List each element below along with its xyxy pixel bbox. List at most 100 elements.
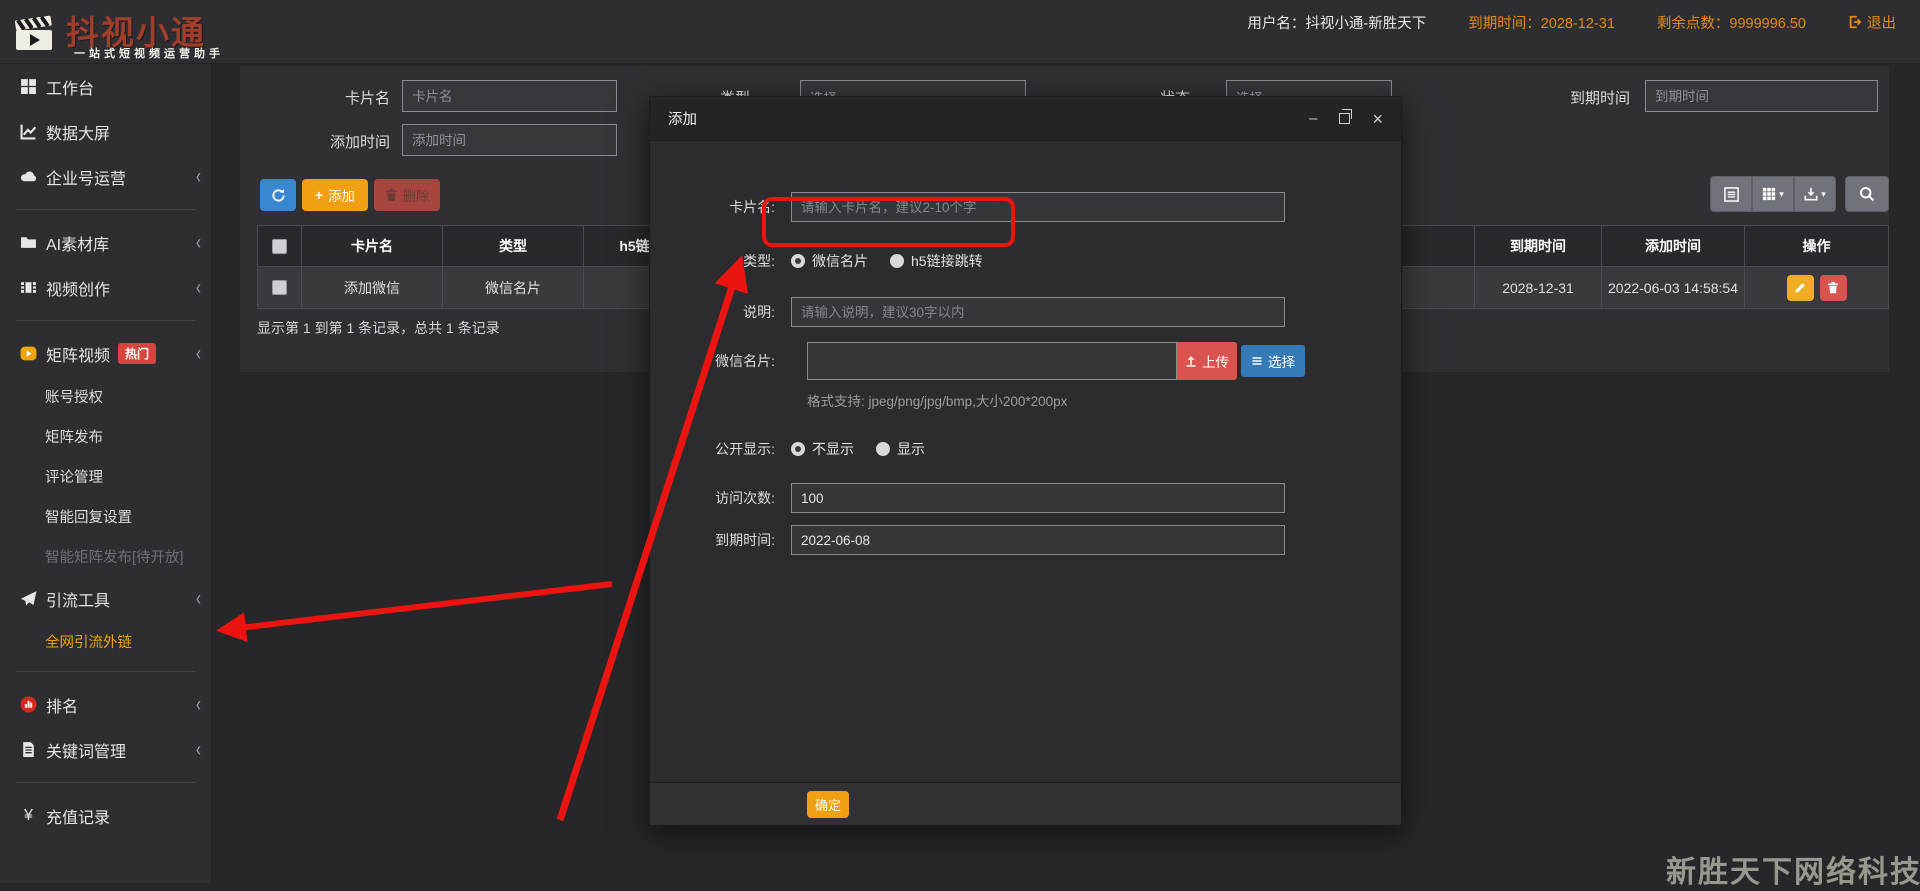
- pencil-icon: [1794, 281, 1807, 294]
- top-header: 抖视小通 一站式短视频运营助手 用户名：抖视小通-新胜天下 到期时间：2028-…: [0, 0, 1920, 64]
- upload-icon: [1185, 355, 1197, 367]
- detail-view-icon: [1724, 187, 1739, 202]
- sidebar-item-workbench[interactable]: 工作台: [0, 64, 211, 109]
- search-button[interactable]: [1845, 176, 1889, 212]
- col-added: 添加时间: [1602, 226, 1745, 267]
- annotation-arrow-to-sidebar: [222, 584, 612, 630]
- refresh-icon: [271, 188, 286, 203]
- sidebar-item-keyword-mgmt[interactable]: 关键词管理 ‹: [0, 727, 211, 772]
- close-button[interactable]: ×: [1372, 110, 1383, 128]
- chevron-left-icon: ‹: [196, 587, 201, 611]
- delete-row-button[interactable]: [1820, 275, 1847, 301]
- cell-card-name: 添加微信: [302, 267, 443, 309]
- edit-row-button[interactable]: [1787, 275, 1814, 301]
- columns-grid-icon: [1762, 187, 1776, 201]
- upload-button[interactable]: 上传: [1177, 342, 1237, 380]
- film-icon: [20, 279, 37, 296]
- filter-expire-input[interactable]: [1645, 80, 1878, 112]
- play-icon: [20, 345, 37, 362]
- public-display-label: 公开显示:: [650, 439, 791, 459]
- sidebar-item-account-auth[interactable]: 账号授权: [0, 376, 211, 416]
- sidebar-item-external-links-active[interactable]: 全网引流外链: [0, 621, 211, 661]
- pagination-info: 显示第 1 到第 1 条记录，总共 1 条记录: [257, 318, 500, 338]
- col-card-name: 卡片名: [302, 226, 443, 267]
- type-label: 类型:: [650, 251, 791, 271]
- select-all-checkbox[interactable]: [272, 239, 287, 254]
- logout-button[interactable]: 退出: [1848, 12, 1896, 33]
- sidebar: 工作台 数据大屏 企业号运营 ‹ AI素材库 ‹ 视频创作 ‹ 矩阵视频 热门 …: [0, 64, 212, 883]
- visits-label: 访问次数:: [650, 488, 791, 508]
- col-expire: 到期时间: [1475, 226, 1602, 267]
- cell-type: 微信名片: [443, 267, 584, 309]
- add-dialog: 添加 – × 卡片名: 类型: 微信名片 h5链接跳转 说明: 微信名片: 上传: [649, 96, 1402, 826]
- wechat-card-input[interactable]: [807, 342, 1177, 380]
- radio-wechat-card[interactable]: 微信名片: [791, 251, 868, 271]
- radio-hide[interactable]: 不显示: [791, 439, 854, 459]
- cloud-icon: [20, 168, 37, 185]
- plus-icon: +: [315, 188, 323, 203]
- sidebar-item-data-screen[interactable]: 数据大屏: [0, 109, 211, 154]
- sidebar-item-ai-library[interactable]: AI素材库 ‹: [0, 220, 211, 265]
- chevron-left-icon: ‹: [196, 342, 201, 366]
- rank-chart-icon: [20, 696, 37, 713]
- visits-input[interactable]: [791, 483, 1285, 513]
- expire-date-text: 到期时间：2028-12-31: [1468, 12, 1615, 33]
- sidebar-item-video-create[interactable]: 视频创作 ‹: [0, 265, 211, 310]
- add-button[interactable]: +添加: [302, 179, 368, 211]
- clapperboard-icon: [10, 8, 58, 56]
- cell-expire: 2028-12-31: [1475, 267, 1602, 309]
- columns-button[interactable]: ▾: [1752, 176, 1794, 212]
- sidebar-item-matrix-publish[interactable]: 矩阵发布: [0, 416, 211, 456]
- cell-added: 2022-06-03 14:58:54: [1602, 267, 1745, 309]
- radio-show[interactable]: 显示: [876, 439, 925, 459]
- dialog-titlebar[interactable]: 添加 – ×: [650, 97, 1401, 141]
- username-text: 用户名：抖视小通-新胜天下: [1247, 12, 1426, 33]
- sidebar-item-matrix-video[interactable]: 矩阵视频 热门 ‹: [0, 331, 211, 376]
- divider: [16, 320, 195, 321]
- sidebar-item-traffic-tools[interactable]: 引流工具 ‹: [0, 576, 211, 621]
- filter-add-time-input[interactable]: [402, 124, 617, 156]
- radio-h5-link[interactable]: h5链接跳转: [890, 251, 983, 271]
- restore-button[interactable]: [1339, 113, 1350, 124]
- trash-icon: [1827, 281, 1839, 294]
- choose-button[interactable]: 选择: [1241, 345, 1305, 377]
- card-name-input[interactable]: [791, 192, 1285, 222]
- sidebar-item-smart-reply[interactable]: 智能回复设置: [0, 496, 211, 536]
- card-name-label: 卡片名:: [650, 197, 791, 217]
- filter-card-name-label: 卡片名: [282, 87, 390, 108]
- list-icon: [1251, 355, 1263, 367]
- minimize-button[interactable]: –: [1309, 111, 1317, 126]
- divider: [16, 671, 195, 672]
- chevron-left-icon: ‹: [196, 276, 201, 300]
- hot-badge: 热门: [118, 343, 156, 364]
- expire-date-label: 到期时间:: [650, 530, 791, 550]
- detail-view-button[interactable]: [1710, 176, 1752, 212]
- chevron-left-icon: ‹: [196, 231, 201, 255]
- trash-icon: [385, 188, 398, 202]
- col-actions: 操作: [1745, 226, 1889, 267]
- chevron-left-icon: ‹: [196, 165, 201, 189]
- sidebar-item-recharge[interactable]: ¥ 充值记录: [0, 793, 211, 838]
- sidebar-item-comment-mgmt[interactable]: 评论管理: [0, 456, 211, 496]
- yen-icon: ¥: [20, 807, 37, 824]
- delete-button[interactable]: 删除: [374, 179, 440, 211]
- app-subtitle: 一站式短视频运营助手: [74, 45, 224, 61]
- confirm-button[interactable]: 确定: [807, 791, 849, 818]
- line-chart-icon: [20, 123, 37, 140]
- sidebar-item-ranking[interactable]: 排名 ‹: [0, 682, 211, 727]
- points-text: 剩余点数：9999996.50: [1657, 12, 1806, 33]
- dialog-title: 添加: [668, 108, 697, 129]
- logout-icon: [1848, 15, 1862, 29]
- filter-expire-label: 到期时间: [1540, 87, 1630, 108]
- wechat-card-label: 微信名片:: [650, 351, 791, 371]
- caret-down-icon: ▾: [1821, 189, 1826, 200]
- export-button[interactable]: ▾: [1794, 176, 1836, 212]
- filter-card-name-input[interactable]: [402, 80, 617, 112]
- filter-add-time-label: 添加时间: [282, 131, 390, 152]
- expire-date-input[interactable]: [791, 525, 1285, 555]
- refresh-button[interactable]: [260, 179, 296, 211]
- divider: [16, 209, 195, 210]
- row-checkbox[interactable]: [272, 280, 287, 295]
- sidebar-item-enterprise[interactable]: 企业号运营 ‹: [0, 154, 211, 199]
- folder-icon: [20, 234, 37, 251]
